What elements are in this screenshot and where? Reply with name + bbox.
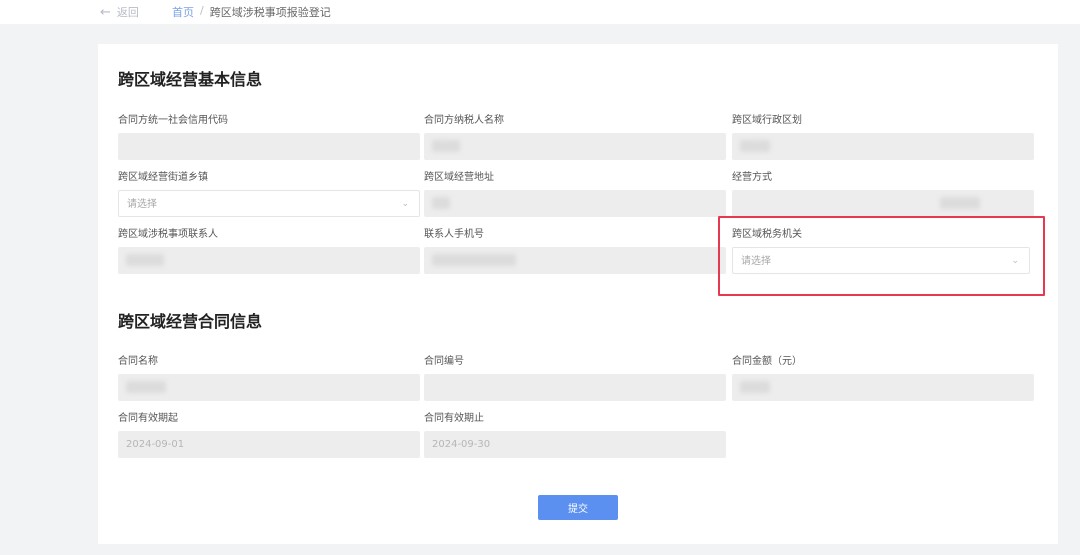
field-label: 联系人手机号 [424, 229, 484, 240]
submit-button[interactable]: 提交 [538, 495, 618, 520]
contact-person-input[interactable] [118, 247, 420, 274]
field-label: 经营方式 [732, 172, 772, 183]
top-bar: ← 返回 首页 / 跨区域涉税事项报验登记 [0, 0, 1080, 24]
field-label: 合同金额（元） [732, 356, 802, 367]
field-label: 跨区域涉税事项联系人 [118, 229, 218, 240]
contract-amount-input[interactable] [732, 374, 1034, 401]
field-business-mode: 经营方式 [732, 171, 1034, 217]
redacted-value [432, 254, 516, 266]
field-label: 合同编号 [424, 356, 464, 367]
contact-phone-input[interactable] [424, 247, 726, 274]
chevron-down-icon: ⌄ [401, 199, 409, 209]
section-title-contract-info: 跨区域经营合同信息 [118, 312, 263, 331]
arrow-left-icon: ← [100, 4, 111, 20]
field-label: 跨区域行政区划 [732, 115, 802, 126]
field-label: 合同有效期起 [118, 413, 178, 424]
section-title-basic-info: 跨区域经营基本信息 [118, 70, 263, 89]
division-input[interactable] [732, 133, 1034, 160]
redacted-value [126, 254, 164, 266]
breadcrumb-home[interactable]: 首页 [172, 4, 194, 20]
field-contact-person: 跨区域涉税事项联系人 [118, 228, 420, 274]
end-date-input[interactable]: 2024-09-30 [424, 431, 726, 458]
redacted-value [126, 381, 166, 393]
field-contract-name: 合同名称 [118, 355, 420, 401]
contract-number-input[interactable] [424, 374, 726, 401]
field-label: 跨区域经营街道乡镇 [118, 172, 208, 183]
redacted-value [740, 140, 770, 152]
breadcrumb-separator: / [200, 4, 204, 17]
field-label: 合同有效期止 [424, 413, 484, 424]
field-label: 跨区域经营地址 [424, 172, 494, 183]
field-label: 合同方统一社会信用代码 [118, 115, 228, 126]
contract-name-input[interactable] [118, 374, 420, 401]
street-town-select[interactable]: 请选择 ⌄ [118, 190, 420, 217]
back-button[interactable]: ← 返回 [100, 4, 139, 20]
field-street-town: 跨区域经营街道乡镇 请选择 ⌄ [118, 171, 420, 217]
breadcrumb-current: 跨区域涉税事项报验登记 [209, 6, 331, 19]
highlight-box [718, 216, 1045, 296]
field-contract-number: 合同编号 [424, 355, 726, 401]
breadcrumb: 首页 / 跨区域涉税事项报验登记 [172, 4, 331, 20]
field-contract-party-name: 合同方纳税人名称 [424, 114, 726, 160]
field-cross-region-division: 跨区域行政区划 [732, 114, 1034, 160]
taxpayer-name-input[interactable] [424, 133, 726, 160]
redacted-value [432, 197, 450, 209]
redacted-value [740, 381, 770, 393]
form-card: 跨区域经营基本信息 合同方统一社会信用代码 合同方纳税人名称 跨区域行政区划 跨… [98, 44, 1058, 544]
business-mode-input[interactable] [732, 190, 1034, 217]
field-contract-party-credit-code: 合同方统一社会信用代码 [118, 114, 420, 160]
field-contract-end-date: 合同有效期止 2024-09-30 [424, 412, 726, 458]
back-label: 返回 [116, 6, 139, 19]
field-contract-start-date: 合同有效期起 2024-09-01 [118, 412, 420, 458]
field-business-address: 跨区域经营地址 [424, 171, 726, 217]
field-label: 合同名称 [118, 356, 158, 367]
field-label: 合同方纳税人名称 [424, 115, 504, 126]
start-date-input[interactable]: 2024-09-01 [118, 431, 420, 458]
redacted-value [432, 140, 460, 152]
business-address-input[interactable] [424, 190, 726, 217]
credit-code-input[interactable] [118, 133, 420, 160]
field-contract-amount: 合同金额（元） [732, 355, 1034, 401]
redacted-value [940, 197, 980, 209]
select-placeholder: 请选择 [127, 199, 157, 210]
field-contact-phone: 联系人手机号 [424, 228, 726, 274]
